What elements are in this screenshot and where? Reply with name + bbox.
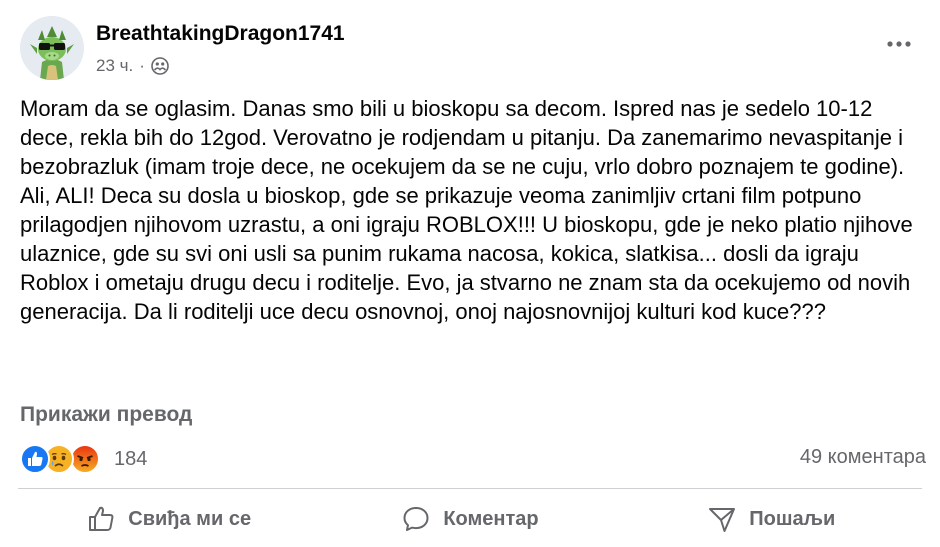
divider [18, 488, 922, 489]
comment-icon [403, 507, 429, 531]
like-button-label: Свиђа ми се [128, 507, 252, 530]
post-meta: 23 ч. · [96, 56, 169, 76]
like-reaction-icon [20, 444, 50, 474]
like-button[interactable]: Свиђа ми се [18, 493, 319, 545]
author-name[interactable]: BreathtakingDragon1741 [96, 22, 345, 46]
reactions-summary[interactable]: 184 [20, 443, 147, 475]
share-button-label: Пошаљи [749, 507, 836, 530]
post-card: BreathtakingDragon1741 23 ч. · Moram da … [0, 0, 940, 547]
share-button[interactable]: Пошаљи [621, 493, 922, 545]
post-text: Moram da se oglasim. Danas smo bili u bi… [20, 96, 913, 324]
reaction-icons [20, 443, 106, 475]
more-options-icon[interactable] [884, 34, 914, 54]
friends-icon[interactable] [151, 57, 169, 75]
comment-button[interactable]: Коментар [319, 493, 620, 545]
avatar[interactable] [20, 16, 84, 80]
reaction-count: 184 [114, 447, 148, 470]
meta-separator: · [139, 56, 145, 75]
comments-count[interactable]: 49 коментара [800, 446, 926, 469]
see-translation-link[interactable]: Прикажи превод [20, 403, 192, 427]
post-header: BreathtakingDragon1741 23 ч. · [20, 14, 920, 84]
send-icon [709, 508, 736, 532]
angry-reaction-icon [70, 444, 100, 474]
comment-button-label: Коментар [443, 507, 539, 530]
post-time[interactable]: 23 ч. [96, 56, 133, 76]
action-bar: Свиђа ми се Коментар Пошаљи [18, 493, 922, 545]
dragon-avatar-icon [20, 16, 84, 80]
thumbs-up-icon [89, 506, 114, 531]
